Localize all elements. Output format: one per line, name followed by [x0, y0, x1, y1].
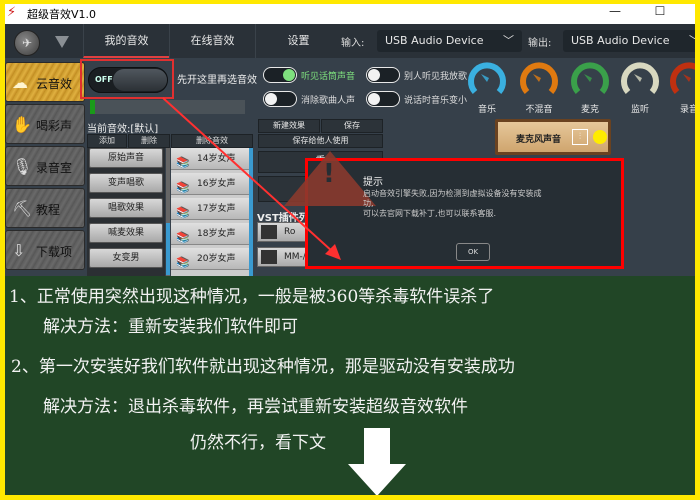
- category-item[interactable]: 女变男: [89, 248, 163, 268]
- chevron-down-icon: ﹀: [689, 30, 695, 52]
- category-item[interactable]: 喊麦效果: [89, 223, 163, 243]
- annotation-arrow: [162, 97, 341, 260]
- output-device-value: USB Audio Device: [571, 34, 670, 47]
- input-label: 输入:: [341, 38, 365, 49]
- mic-monitor-label: 听见话筒声音: [301, 72, 356, 82]
- download-icon: ⇩: [12, 241, 26, 260]
- sidebar-item-label: 录音室: [36, 161, 73, 175]
- mic-volume-label: 麦克风声音: [516, 135, 562, 145]
- knob-2[interactable]: 不混音: [517, 60, 561, 115]
- sidebar-item-label: 教程: [36, 203, 61, 217]
- knob-3[interactable]: 麦克: [568, 60, 612, 115]
- top-bar: ✈ 我的音效 在线音效 设置 输入: USB Audio Device ﹀ 输出…: [5, 24, 695, 58]
- sidebar-item-label: 下载项: [36, 245, 73, 259]
- cloud-icon: ☁: [12, 73, 28, 92]
- power-highlight-box: OFF: [80, 59, 174, 99]
- sidebar-item-tutorial[interactable]: ⛏ 教程: [5, 188, 85, 228]
- knob-label: 音乐: [477, 105, 496, 115]
- category-item[interactable]: 原始声音: [89, 148, 163, 168]
- tab-my-effects[interactable]: 我的音效: [83, 24, 169, 58]
- tutorial-icon: ⛏: [12, 199, 33, 218]
- knob-label: 录音: [679, 105, 695, 115]
- output-label: 输出:: [528, 38, 552, 49]
- instruction-panel: 1、正常使用突然出现这种情况，一般是被360等杀毒软件误杀了 解决方法：重新安装…: [5, 276, 695, 495]
- equalizer-icon[interactable]: ⫶: [572, 129, 588, 145]
- user-avatar-button[interactable]: ✈: [14, 30, 40, 56]
- instruction-solution-1: 解决方法：重新安装我们软件即可: [43, 317, 298, 337]
- category-item[interactable]: 变声唱歌: [89, 173, 163, 193]
- power-hint: 先开这里再选音效: [177, 75, 257, 86]
- instruction-line-1: 1、正常使用突然出现这种情况，一般是被360等杀毒软件误杀了: [9, 287, 495, 307]
- knob-label: 不混音: [525, 105, 553, 115]
- input-device-select[interactable]: USB Audio Device ﹀: [377, 30, 522, 52]
- input-device-value: USB Audio Device: [385, 34, 484, 47]
- clapping-hands-icon: ✋: [12, 115, 32, 134]
- mic-status-indicator: [593, 130, 607, 144]
- sidebar-item-downloads[interactable]: ⇩ 下载项: [5, 230, 85, 270]
- mic-monitor-switch[interactable]: [263, 67, 297, 83]
- power-state-label: OFF: [95, 75, 113, 84]
- knob-1[interactable]: 音乐: [465, 60, 509, 115]
- knob-dial-icon: [670, 62, 695, 94]
- power-toggle-knob[interactable]: [113, 69, 167, 91]
- dialog-ok-button[interactable]: OK: [456, 243, 490, 261]
- current-effect-label: 当前音效:[默认]: [87, 124, 159, 135]
- instruction-fallback: 仍然不行，看下文: [190, 433, 326, 453]
- knob-5[interactable]: 录音: [667, 60, 695, 115]
- dialog-message: 启动音效引擎失败,因为检测到虚拟设备没有安装成 功, 可以去官网下载补丁,也可以…: [363, 189, 542, 218]
- down-arrow-icon: [348, 428, 406, 495]
- maximize-button[interactable]: ☐: [650, 4, 670, 18]
- screenshot-frame: ⚡ 超级音效V1.0 — ☐ ✈ 我的音效 在线音效 设置 输入: USB Au…: [5, 0, 695, 495]
- sidebar-item-cloud-effects[interactable]: ☁ 云音效: [5, 62, 85, 102]
- title-bar: ⚡ 超级音效V1.0 — ☐: [5, 0, 695, 22]
- knob-label: 监听: [630, 105, 649, 115]
- knob-dial-icon: [468, 62, 506, 94]
- add-button[interactable]: 添加: [87, 134, 127, 148]
- tab-settings[interactable]: 设置: [255, 24, 341, 58]
- share-music-switch[interactable]: [366, 67, 400, 83]
- app-logo-icon: ⚡: [7, 5, 17, 20]
- tab-online-effects[interactable]: 在线音效: [169, 24, 255, 58]
- chevron-down-icon: ﹀: [503, 34, 514, 47]
- sidebar-item-cheers[interactable]: ✋ 喝彩声: [5, 104, 85, 144]
- power-toggle[interactable]: OFF: [88, 67, 168, 93]
- knob-4[interactable]: 监听: [618, 60, 662, 115]
- knob-dial-icon: [520, 62, 558, 94]
- knob-dial-icon: [621, 62, 659, 94]
- category-list: 原始声音 变声唱歌 唱歌效果 喊麦效果 女变男: [87, 148, 165, 276]
- sidebar-item-studio[interactable]: 🎙 录音室: [5, 146, 85, 186]
- menu-dropdown-icon[interactable]: [55, 36, 69, 48]
- app-window: ✈ 我的音效 在线音效 设置 输入: USB Audio Device ﹀ 输出…: [5, 24, 695, 276]
- knob-dial-icon: [571, 62, 609, 94]
- microphone-icon: 🎙: [12, 157, 33, 176]
- share-music-label: 别人听见我放歌: [404, 72, 468, 82]
- instruction-line-2: 2、第一次安装好我们软件就出现这种情况，那是驱动没有安装成功: [11, 357, 515, 377]
- window-title: 超级音效V1.0: [27, 8, 97, 21]
- category-item[interactable]: 唱歌效果: [89, 198, 163, 218]
- sidebar-item-label: 喝彩声: [36, 119, 73, 133]
- instruction-solution-2: 解决方法：退出杀毒软件，再尝试重新安装超级音效软件: [43, 397, 468, 417]
- output-device-select[interactable]: USB Audio Device ﹀: [563, 30, 695, 52]
- knob-label: 麦克: [580, 105, 599, 115]
- dialog-title: 提示: [363, 177, 383, 188]
- mic-volume-card[interactable]: 麦克风声音 ⫶: [495, 119, 611, 155]
- sidebar-item-label: 云音效: [36, 77, 73, 91]
- ducking-label: 说话时音乐变小: [404, 96, 468, 106]
- minimize-button[interactable]: —: [605, 4, 625, 18]
- ducking-switch[interactable]: [366, 91, 400, 107]
